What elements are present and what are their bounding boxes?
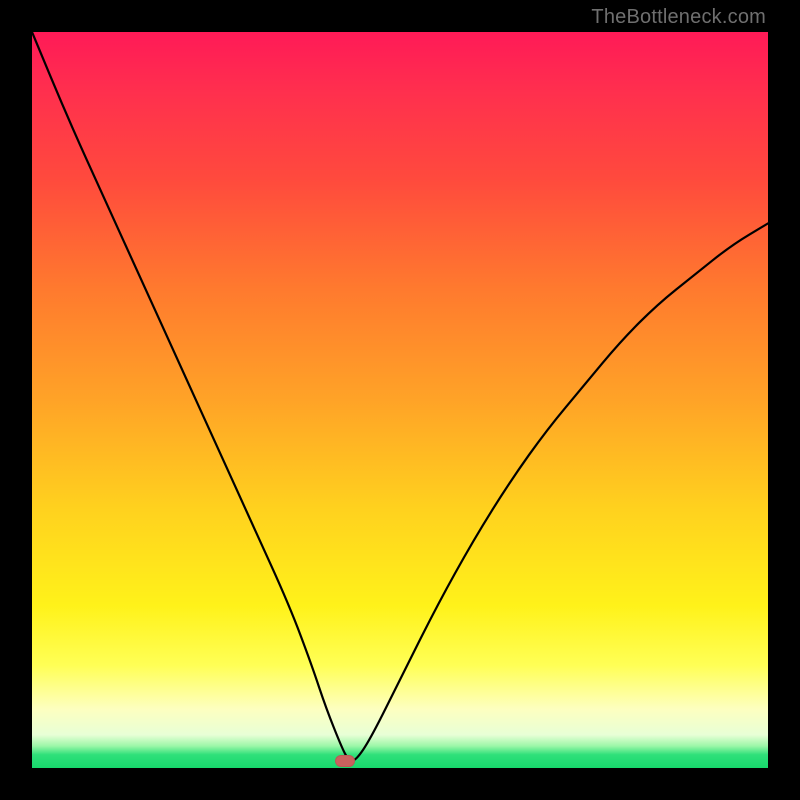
chart-frame: TheBottleneck.com [0,0,800,800]
plot-area [32,32,768,768]
bottleneck-curve [32,32,768,768]
optimal-point-marker [335,755,355,767]
attribution-label: TheBottleneck.com [591,6,766,29]
